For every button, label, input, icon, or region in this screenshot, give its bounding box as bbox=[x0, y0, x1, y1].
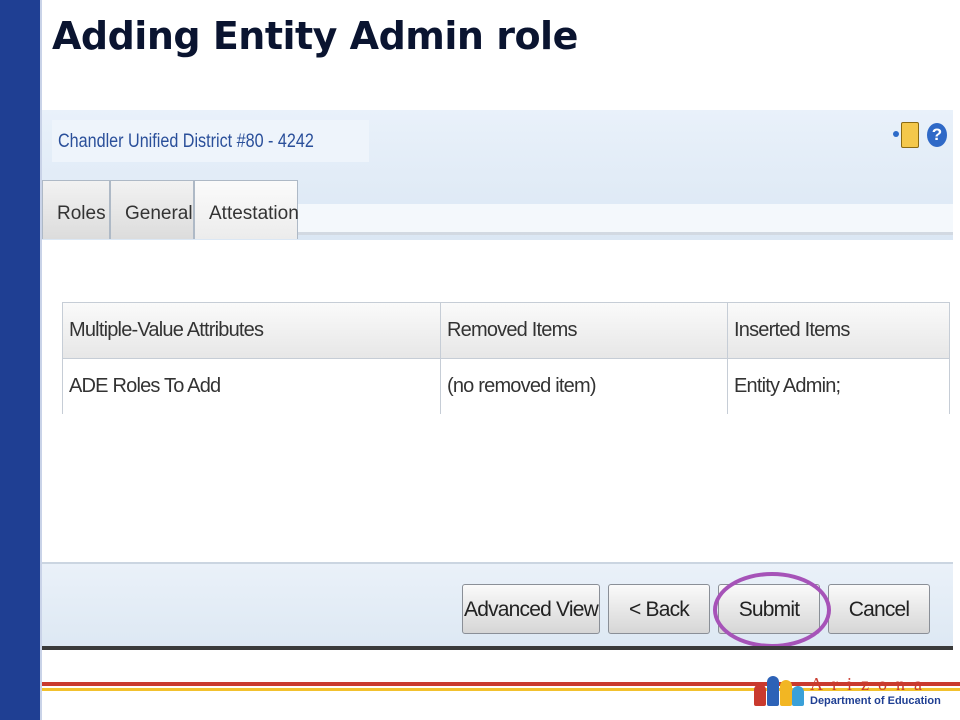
app-screenshot: Chandler Unified District #80 - 4242 ? R… bbox=[42, 110, 953, 650]
logo-word: Arizona bbox=[810, 674, 931, 694]
table-header-row: Multiple-Value Attributes Removed Items … bbox=[63, 303, 949, 359]
header-band: Chandler Unified District #80 - 4242 ? R… bbox=[42, 110, 953, 240]
cancel-button[interactable]: Cancel bbox=[828, 584, 930, 634]
button-bar: Advanced View < Back Submit Cancel bbox=[42, 562, 953, 648]
table-cell-removed: (no removed item) bbox=[441, 359, 728, 414]
tab-bar: Roles General Attestation bbox=[42, 180, 299, 240]
logo-subtitle: Department of Education bbox=[810, 695, 941, 707]
tab-attestation[interactable]: Attestation bbox=[194, 180, 299, 239]
changes-table: Multiple-Value Attributes Removed Items … bbox=[62, 302, 950, 414]
table-cell-inserted: Entity Admin; bbox=[734, 375, 841, 397]
clipboard-icon[interactable] bbox=[893, 122, 919, 148]
toolbar-icons: ? bbox=[893, 122, 947, 148]
table-cell-attribute: ADE Roles To Add bbox=[63, 359, 441, 414]
tab-strip-line bbox=[292, 204, 953, 235]
column-header-removed: Removed Items bbox=[441, 303, 728, 358]
logo-figures-icon bbox=[752, 670, 806, 706]
slide-side-bar bbox=[0, 0, 42, 720]
column-header-attributes: Multiple-Value Attributes bbox=[63, 303, 441, 358]
submit-highlight-circle bbox=[713, 572, 831, 648]
tab-general[interactable]: General bbox=[110, 180, 194, 239]
tab-roles[interactable]: Roles bbox=[42, 180, 110, 239]
column-header-inserted: Inserted Items bbox=[734, 319, 850, 341]
org-title-box: Chandler Unified District #80 - 4242 bbox=[52, 120, 369, 162]
org-title: Chandler Unified District #80 - 4242 bbox=[58, 131, 314, 152]
ade-logo: Arizona Department of Education bbox=[752, 664, 952, 712]
help-icon[interactable]: ? bbox=[927, 123, 947, 147]
screenshot-bottom-edge bbox=[42, 646, 953, 650]
table-row: ADE Roles To Add (no removed item) Entit… bbox=[63, 359, 949, 414]
slide-title: Adding Entity Admin role bbox=[52, 14, 578, 58]
back-button[interactable]: < Back bbox=[608, 584, 710, 634]
advanced-view-button[interactable]: Advanced View bbox=[462, 584, 600, 634]
